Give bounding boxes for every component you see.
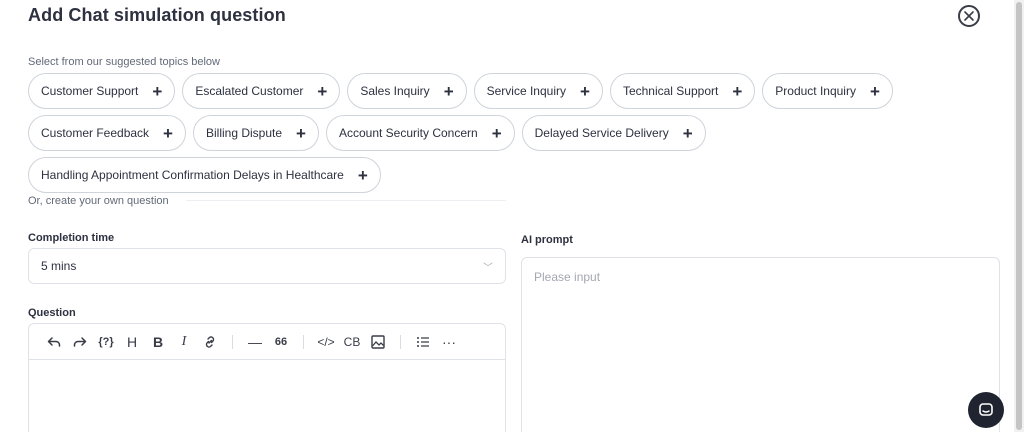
chip-label: Account Security Concern bbox=[338, 126, 478, 140]
code-icon[interactable]: </> bbox=[313, 329, 339, 355]
chat-support-button[interactable] bbox=[968, 392, 1004, 428]
plus-icon: + bbox=[732, 81, 743, 101]
plus-icon: + bbox=[357, 165, 368, 185]
toolbar-separator bbox=[400, 334, 401, 349]
plus-icon: + bbox=[869, 81, 880, 101]
chevron-down-icon: ﹀ bbox=[483, 262, 493, 274]
question-label: Question bbox=[28, 307, 76, 319]
image-icon[interactable] bbox=[365, 329, 391, 355]
bold-icon[interactable]: B bbox=[145, 329, 171, 355]
chip-label: Customer Feedback bbox=[41, 126, 150, 140]
topic-chip-sales-inquiry[interactable]: Sales Inquiry + bbox=[347, 73, 467, 109]
chip-label: Technical Support bbox=[622, 84, 719, 98]
ai-prompt-input[interactable] bbox=[521, 257, 1000, 432]
toolbar-separator bbox=[232, 334, 233, 349]
italic-icon[interactable]: I bbox=[171, 329, 197, 355]
custom-question-label: Or, create your own question bbox=[28, 195, 169, 207]
code-block-icon[interactable]: CB bbox=[339, 329, 365, 355]
plus-icon: + bbox=[443, 81, 454, 101]
completion-time-value: 5 mins bbox=[41, 259, 77, 273]
chip-label: Customer Support bbox=[41, 84, 139, 98]
quote-icon[interactable]: 66 bbox=[268, 329, 294, 355]
variable-icon[interactable]: {?} bbox=[93, 329, 119, 355]
topic-chip-appointment-delays[interactable]: Handling Appointment Confirmation Delays… bbox=[28, 157, 381, 193]
ai-prompt-label: AI prompt bbox=[521, 234, 573, 246]
undo-icon[interactable] bbox=[41, 329, 67, 355]
topic-chip-technical-support[interactable]: Technical Support + bbox=[609, 73, 756, 109]
chip-label: Delayed Service Delivery bbox=[534, 126, 669, 140]
plus-icon: + bbox=[682, 123, 693, 143]
chip-label: Escalated Customer bbox=[195, 84, 304, 98]
bullet-list-icon[interactable] bbox=[410, 329, 436, 355]
close-button[interactable] bbox=[958, 5, 980, 27]
topic-chip-delayed-service-delivery[interactable]: Delayed Service Delivery + bbox=[521, 115, 706, 151]
chip-label: Billing Dispute bbox=[205, 126, 283, 140]
toolbar-separator bbox=[303, 334, 304, 349]
topic-chip-account-security-concern[interactable]: Account Security Concern + bbox=[325, 115, 515, 151]
plus-icon: + bbox=[317, 81, 328, 101]
topic-chip-customer-support[interactable]: Customer Support + bbox=[28, 73, 176, 109]
divider bbox=[186, 200, 506, 201]
question-editor[interactable]: {?} H B I — 66 </> CB ··· bbox=[28, 323, 506, 432]
topic-chip-list: Customer Support + Escalated Customer + Sa… bbox=[28, 73, 928, 193]
heading-icon[interactable]: H bbox=[119, 329, 145, 355]
plus-icon: + bbox=[580, 81, 590, 101]
completion-time-label: Completion time bbox=[28, 232, 115, 244]
completion-time-select[interactable]: 5 mins ﹀ bbox=[28, 248, 506, 284]
link-icon[interactable] bbox=[197, 329, 223, 355]
plus-icon: + bbox=[491, 123, 502, 143]
topic-chip-product-inquiry[interactable]: Product Inquiry + bbox=[762, 73, 893, 109]
modal-title: Add Chat simulation question bbox=[28, 5, 286, 25]
close-icon bbox=[964, 11, 974, 21]
topics-label: Select from our suggested topics below bbox=[28, 56, 220, 68]
scrollbar-thumb[interactable] bbox=[1016, 2, 1022, 430]
topic-chip-billing-dispute[interactable]: Billing Dispute + bbox=[192, 115, 319, 151]
chat-icon bbox=[979, 403, 993, 416]
topic-chip-service-inquiry[interactable]: Service Inquiry + bbox=[473, 73, 603, 109]
horizontal-rule-icon[interactable]: — bbox=[242, 329, 268, 355]
chip-label: Sales Inquiry bbox=[360, 84, 430, 98]
chip-label: Service Inquiry bbox=[486, 84, 566, 98]
plus-icon: + bbox=[152, 81, 163, 101]
editor-toolbar: {?} H B I — 66 </> CB ··· bbox=[29, 324, 505, 360]
chip-label: Product Inquiry bbox=[775, 84, 856, 98]
more-icon[interactable]: ··· bbox=[436, 329, 462, 355]
topic-chip-customer-feedback[interactable]: Customer Feedback + bbox=[28, 115, 186, 151]
redo-icon[interactable] bbox=[67, 329, 93, 355]
topic-chip-escalated-customer[interactable]: Escalated Customer + bbox=[182, 73, 341, 109]
plus-icon: + bbox=[163, 123, 173, 143]
plus-icon: + bbox=[296, 123, 306, 143]
chip-label: Handling Appointment Confirmation Delays… bbox=[41, 168, 344, 182]
